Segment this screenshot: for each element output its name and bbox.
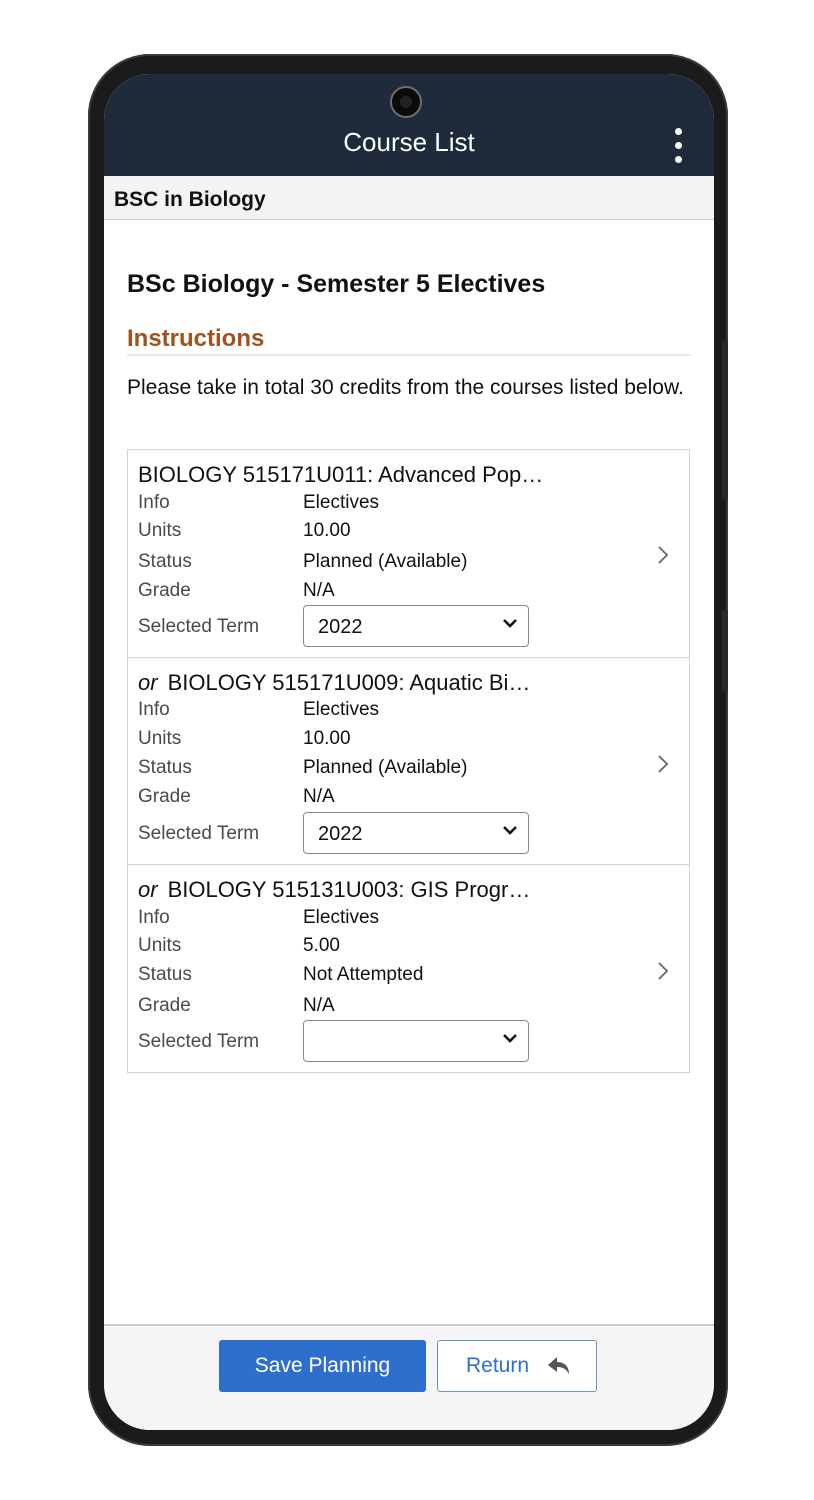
term-select-value: 2022 — [318, 616, 363, 638]
app-header: Course List — [104, 74, 714, 176]
info-value: Electives — [303, 699, 380, 720]
save-planning-button[interactable]: Save Planning — [219, 1340, 426, 1392]
selected-term-label: Selected Term — [138, 1031, 260, 1052]
chevron-down-icon — [503, 826, 517, 835]
power-button — [722, 610, 728, 692]
instructions-text: Please take in total 30 credits from the… — [127, 376, 684, 399]
chevron-down-icon — [503, 619, 517, 628]
course-title: BIOLOGY 515171U011: Advanced Pop… — [138, 462, 544, 487]
grade-label: Grade — [138, 786, 191, 807]
status-label: Status — [138, 964, 192, 985]
chevron-right-icon[interactable] — [656, 753, 670, 775]
or-connector: or — [138, 670, 158, 695]
page-title: Course List — [343, 127, 475, 157]
grade-label: Grade — [138, 580, 191, 601]
course-title: or BIOLOGY 515131U003: GIS Progr… — [138, 877, 531, 902]
info-value: Electives — [303, 492, 380, 513]
term-select[interactable]: 2022 — [303, 605, 529, 647]
status-label: Status — [138, 551, 192, 572]
status-label: Status — [138, 757, 192, 778]
units-label: Units — [138, 935, 182, 956]
status-value: Planned (Available) — [303, 757, 468, 778]
grade-value: N/A — [303, 580, 335, 601]
course-card[interactable]: BIOLOGY 515171U011: Advanced Pop… Info E… — [128, 450, 689, 657]
return-arrow-icon — [548, 1357, 569, 1374]
grade-label: Grade — [138, 995, 191, 1016]
volume-button — [722, 340, 728, 500]
return-button[interactable]: Return — [437, 1340, 597, 1392]
term-select[interactable]: 2022 — [303, 812, 529, 854]
info-value: Electives — [303, 907, 380, 928]
grade-value: N/A — [303, 995, 335, 1016]
course-card[interactable]: or BIOLOGY 515171U009: Aquatic Bi… Info E… — [128, 657, 689, 865]
chevron-down-icon — [503, 1034, 517, 1043]
selected-term-label: Selected Term — [138, 616, 260, 637]
or-connector: or — [138, 877, 158, 902]
info-label: Info — [138, 699, 170, 720]
course-card[interactable]: or BIOLOGY 515131U003: GIS Progr… Info El… — [128, 864, 689, 1072]
grade-value: N/A — [303, 786, 335, 807]
units-label: Units — [138, 728, 182, 749]
units-value: 5.00 — [303, 935, 340, 956]
course-title: or BIOLOGY 515171U009: Aquatic Bi… — [138, 670, 531, 695]
status-value: Planned (Available) — [303, 551, 468, 572]
camera-icon — [390, 86, 422, 118]
term-select-value: 2022 — [318, 823, 363, 845]
selected-term-label: Selected Term — [138, 823, 260, 844]
phone-screen: Course List BSC in Biology BSc Biology -… — [104, 74, 714, 1430]
units-value: 10.00 — [303, 728, 351, 749]
status-value: Not Attempted — [303, 964, 424, 985]
instructions-divider — [127, 354, 691, 356]
requirement-heading: BSc Biology - Semester 5 Electives — [127, 270, 546, 298]
return-label: Return — [466, 1354, 530, 1377]
units-label: Units — [138, 520, 182, 541]
info-label: Info — [138, 492, 170, 513]
info-label: Info — [138, 907, 170, 928]
chevron-right-icon[interactable] — [656, 544, 670, 566]
term-select[interactable] — [303, 1020, 529, 1062]
action-bar: Save Planning Return — [104, 1324, 714, 1430]
chevron-right-icon[interactable] — [656, 960, 670, 982]
units-value: 10.00 — [303, 520, 351, 541]
program-bar: BSC in Biology — [104, 176, 714, 220]
program-name: BSC in Biology — [114, 188, 266, 211]
more-vertical-icon[interactable] — [670, 128, 686, 164]
instructions-title: Instructions — [127, 325, 265, 352]
course-list: BIOLOGY 515171U011: Advanced Pop… Info E… — [127, 449, 690, 1073]
